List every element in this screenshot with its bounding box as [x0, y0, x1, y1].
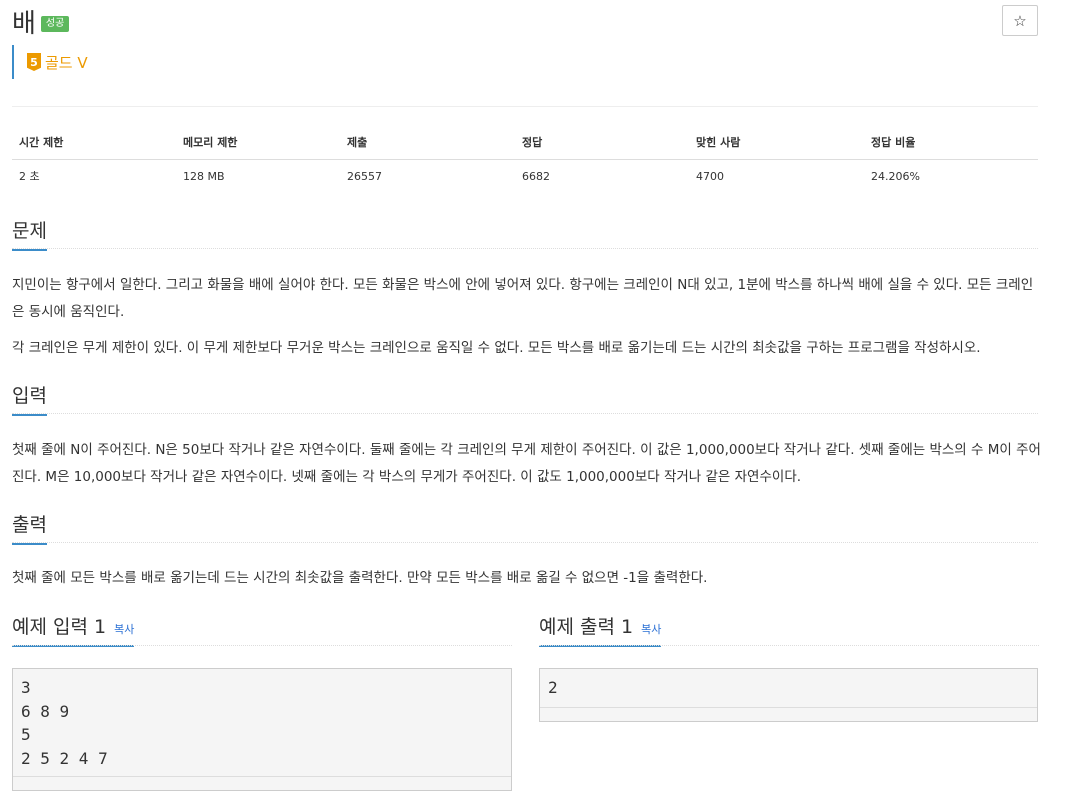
- star-button[interactable]: ☆: [1002, 5, 1038, 36]
- sample-input-line: 2 5 2 4 7: [21, 748, 108, 768]
- sample-input-heading: 예제 입력 1 복사: [12, 612, 135, 647]
- section-divider: [12, 645, 512, 646]
- input-paragraph: 첫째 줄에 N이 주어진다. N은 50보다 작거나 같은 자연수이다. 둘째 …: [12, 442, 1041, 485]
- copy-sample-input-button[interactable]: 복사: [114, 621, 134, 637]
- sample-output-title: 예제 출력 1: [539, 616, 634, 638]
- output-heading: 출력: [12, 510, 47, 545]
- section-divider: [12, 248, 1038, 249]
- section-divider: [539, 645, 1039, 646]
- result-badge: 성공: [40, 16, 70, 32]
- problem-title-row: 배 성공: [12, 4, 70, 39]
- sample-input-line: 3: [21, 678, 31, 697]
- tier-label[interactable]: 골드 V: [45, 52, 88, 73]
- description-heading: 문제: [12, 216, 47, 251]
- output-paragraph: 첫째 줄에 모든 박스를 배로 옮기는데 드는 시간의 최솟값을 출력한다. 만…: [12, 570, 708, 586]
- problem-title: 배: [12, 8, 36, 39]
- tier-block: 5 골드 V: [12, 45, 88, 79]
- divider: [12, 106, 1038, 107]
- input-heading: 입력: [12, 381, 47, 416]
- sample-input-line: 5: [21, 725, 31, 744]
- sample-output-box[interactable]: 2: [539, 668, 1038, 722]
- table-header-submissions[interactable]: 제출: [340, 126, 515, 160]
- problem-info-table: 시간 제한 메모리 제한 제출 정답 맞힌 사람 정답 비율 2 초 128 M…: [12, 126, 1038, 192]
- table-header-row: 시간 제한 메모리 제한 제출 정답 맞힌 사람 정답 비율: [12, 126, 1038, 160]
- memory-limit-value: 128 MB: [183, 169, 225, 183]
- table-header-solved-users[interactable]: 맞힌 사람: [689, 126, 864, 160]
- accepted-value: 6682: [522, 169, 550, 183]
- submissions-value: 26557: [347, 169, 382, 183]
- copy-sample-output-button[interactable]: 복사: [641, 621, 661, 637]
- table-row: 2 초 128 MB 26557 6682 4700 24.206%: [12, 160, 1038, 193]
- sample-input-title: 예제 입력 1: [12, 616, 107, 638]
- accept-ratio-value: 24.206%: [871, 169, 920, 183]
- table-header-accept-ratio: 정답 비율: [864, 126, 1038, 160]
- star-icon: ☆: [1013, 11, 1027, 30]
- section-divider: [12, 542, 1038, 543]
- horizontal-scrollbar[interactable]: [13, 776, 511, 790]
- section-divider: [12, 413, 1038, 414]
- tier-medal-icon: 5: [27, 53, 41, 71]
- description-paragraph-1: 지민이는 항구에서 일한다. 그리고 화물을 배에 실어야 한다. 모든 화물은…: [12, 277, 1034, 320]
- sample-input-line: 6 8 9: [21, 701, 70, 721]
- table-header-memory-limit: 메모리 제한: [176, 126, 340, 160]
- sample-input-box[interactable]: 3 6 8 9 5 2 5 2 4 7: [12, 668, 512, 791]
- time-limit-value: 2 초: [19, 170, 40, 183]
- table-header-accepted[interactable]: 정답: [515, 126, 689, 160]
- sample-output-heading: 예제 출력 1 복사: [539, 612, 662, 647]
- table-header-time-limit: 시간 제한: [12, 126, 176, 160]
- description-paragraph-2: 각 크레인은 무게 제한이 있다. 이 무게 제한보다 무거운 박스는 크레인으…: [12, 340, 981, 356]
- sample-output-line: 2: [548, 678, 558, 697]
- horizontal-scrollbar[interactable]: [540, 707, 1037, 721]
- solved-users-value: 4700: [696, 169, 724, 183]
